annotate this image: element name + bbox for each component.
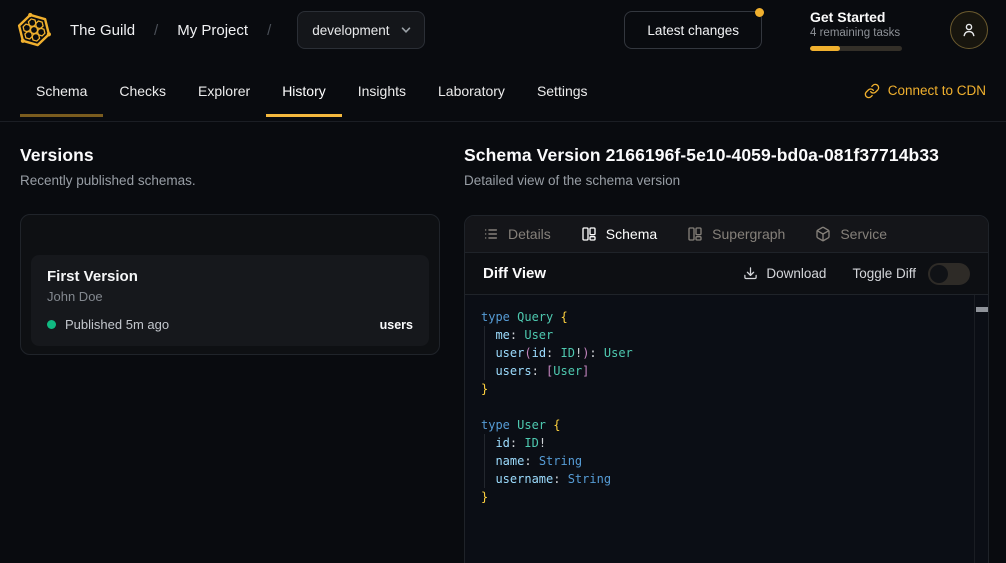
version-author: John Doe	[47, 289, 413, 304]
detail-tabs: Details Schema	[465, 216, 988, 253]
detail-tab-label: Details	[508, 226, 551, 242]
get-started-widget[interactable]: Get Started 4 remaining tasks	[810, 9, 902, 51]
main-nav: Schema Checks Explorer History Insights …	[0, 60, 1006, 122]
download-icon	[743, 266, 758, 281]
tab-explorer[interactable]: Explorer	[182, 60, 266, 121]
notification-dot	[755, 8, 764, 17]
diff-view-title: Diff View	[483, 265, 546, 282]
code-line: type Query {	[481, 308, 968, 326]
code-line: users: [User]	[481, 362, 968, 380]
schema-version-title: Schema Version 2166196f-5e10-4059-bd0a-0…	[464, 145, 989, 166]
code-line	[481, 398, 968, 416]
get-started-title: Get Started	[810, 9, 902, 25]
diff-toolbar: Diff View Download Toggle D	[465, 253, 988, 295]
connect-to-cdn-button[interactable]: Connect to CDN	[864, 60, 986, 121]
code-line: name: String	[481, 452, 968, 470]
latest-changes-label: Latest changes	[647, 23, 739, 38]
user-avatar-button[interactable]	[950, 11, 988, 49]
detail-tab-supergraph[interactable]: Supergraph	[687, 226, 785, 242]
top-header: The Guild / My Project / development Lat…	[0, 0, 1006, 60]
editor-scrollbar-track[interactable]	[974, 295, 988, 563]
versions-panel: Versions Recently published schemas. Fir…	[20, 145, 440, 355]
tab-insights[interactable]: Insights	[342, 60, 422, 121]
breadcrumb: The Guild / My Project /	[70, 22, 271, 39]
diff-actions: Download Toggle Diff	[743, 263, 970, 285]
indent-guide	[484, 434, 485, 488]
hive-honeycomb-logo[interactable]	[14, 10, 54, 50]
service-badge: users	[380, 318, 413, 332]
cube-icon	[815, 226, 831, 242]
user-icon	[960, 21, 978, 39]
toggle-diff-knob	[930, 265, 948, 283]
columns-icon	[581, 226, 597, 242]
version-status-row: Published 5m ago users	[47, 317, 413, 332]
toggle-diff-switch[interactable]	[928, 263, 970, 285]
versions-list-container: First Version John Doe Published 5m ago …	[20, 214, 440, 355]
code-line: type User {	[481, 416, 968, 434]
tab-history[interactable]: History	[266, 60, 342, 121]
version-name: First Version	[47, 268, 413, 285]
connect-to-cdn-label: Connect to CDN	[888, 83, 986, 98]
detail-tab-label: Supergraph	[712, 226, 785, 242]
published-status-text: Published 5m ago	[65, 317, 169, 332]
tab-laboratory[interactable]: Laboratory	[422, 60, 521, 121]
code-line: me: User	[481, 326, 968, 344]
versions-title: Versions	[20, 145, 440, 166]
code-block: type Query { me: User user(id: ID!): Use…	[481, 308, 968, 506]
get-started-progress-fill	[810, 46, 840, 51]
toggle-diff-group: Toggle Diff	[852, 263, 970, 285]
detail-tab-details[interactable]: Details	[483, 226, 551, 242]
version-card[interactable]: First Version John Doe Published 5m ago …	[31, 255, 429, 346]
code-line: }	[481, 380, 968, 398]
published-status-dot	[47, 320, 56, 329]
detail-tab-service[interactable]: Service	[815, 226, 887, 242]
code-line: user(id: ID!): User	[481, 344, 968, 362]
link-icon	[864, 83, 880, 99]
get-started-subtitle: 4 remaining tasks	[810, 27, 902, 39]
target-selector-value: development	[312, 23, 389, 38]
schema-detail-container: Details Schema	[464, 215, 989, 563]
code-line: }	[481, 488, 968, 506]
detail-tab-schema[interactable]: Schema	[581, 226, 657, 242]
code-line: id: ID!	[481, 434, 968, 452]
indent-guide	[484, 326, 485, 380]
toggle-diff-label: Toggle Diff	[852, 266, 916, 281]
versions-subtitle: Recently published schemas.	[20, 173, 440, 188]
tab-schema[interactable]: Schema	[20, 60, 103, 121]
schema-code-editor: type Query { me: User user(id: ID!): Use…	[465, 295, 988, 563]
breadcrumb-org[interactable]: The Guild	[70, 22, 135, 39]
latest-changes-button[interactable]: Latest changes	[624, 11, 762, 49]
list-icon	[483, 226, 499, 242]
download-label: Download	[766, 266, 826, 281]
detail-tab-label: Schema	[606, 226, 657, 242]
tab-settings[interactable]: Settings	[521, 60, 604, 121]
tab-checks[interactable]: Checks	[103, 60, 182, 121]
schema-version-subtitle: Detailed view of the schema version	[464, 173, 989, 188]
breadcrumb-separator: /	[154, 22, 158, 39]
chevron-down-icon	[400, 24, 412, 36]
breadcrumb-separator: /	[267, 22, 271, 39]
columns-icon	[687, 226, 703, 242]
header-right-group: Latest changes Get Started 4 remaining t…	[624, 9, 988, 51]
editor-scrollbar-thumb[interactable]	[976, 307, 988, 312]
get-started-progress-track	[810, 46, 902, 51]
nav-tabs: Schema Checks Explorer History Insights …	[20, 60, 604, 121]
detail-tab-label: Service	[840, 226, 887, 242]
target-selector-dropdown[interactable]: development	[297, 11, 424, 49]
download-button[interactable]: Download	[743, 266, 826, 281]
breadcrumb-project[interactable]: My Project	[177, 22, 248, 39]
version-detail-panel: Schema Version 2166196f-5e10-4059-bd0a-0…	[464, 145, 989, 563]
code-line: username: String	[481, 470, 968, 488]
